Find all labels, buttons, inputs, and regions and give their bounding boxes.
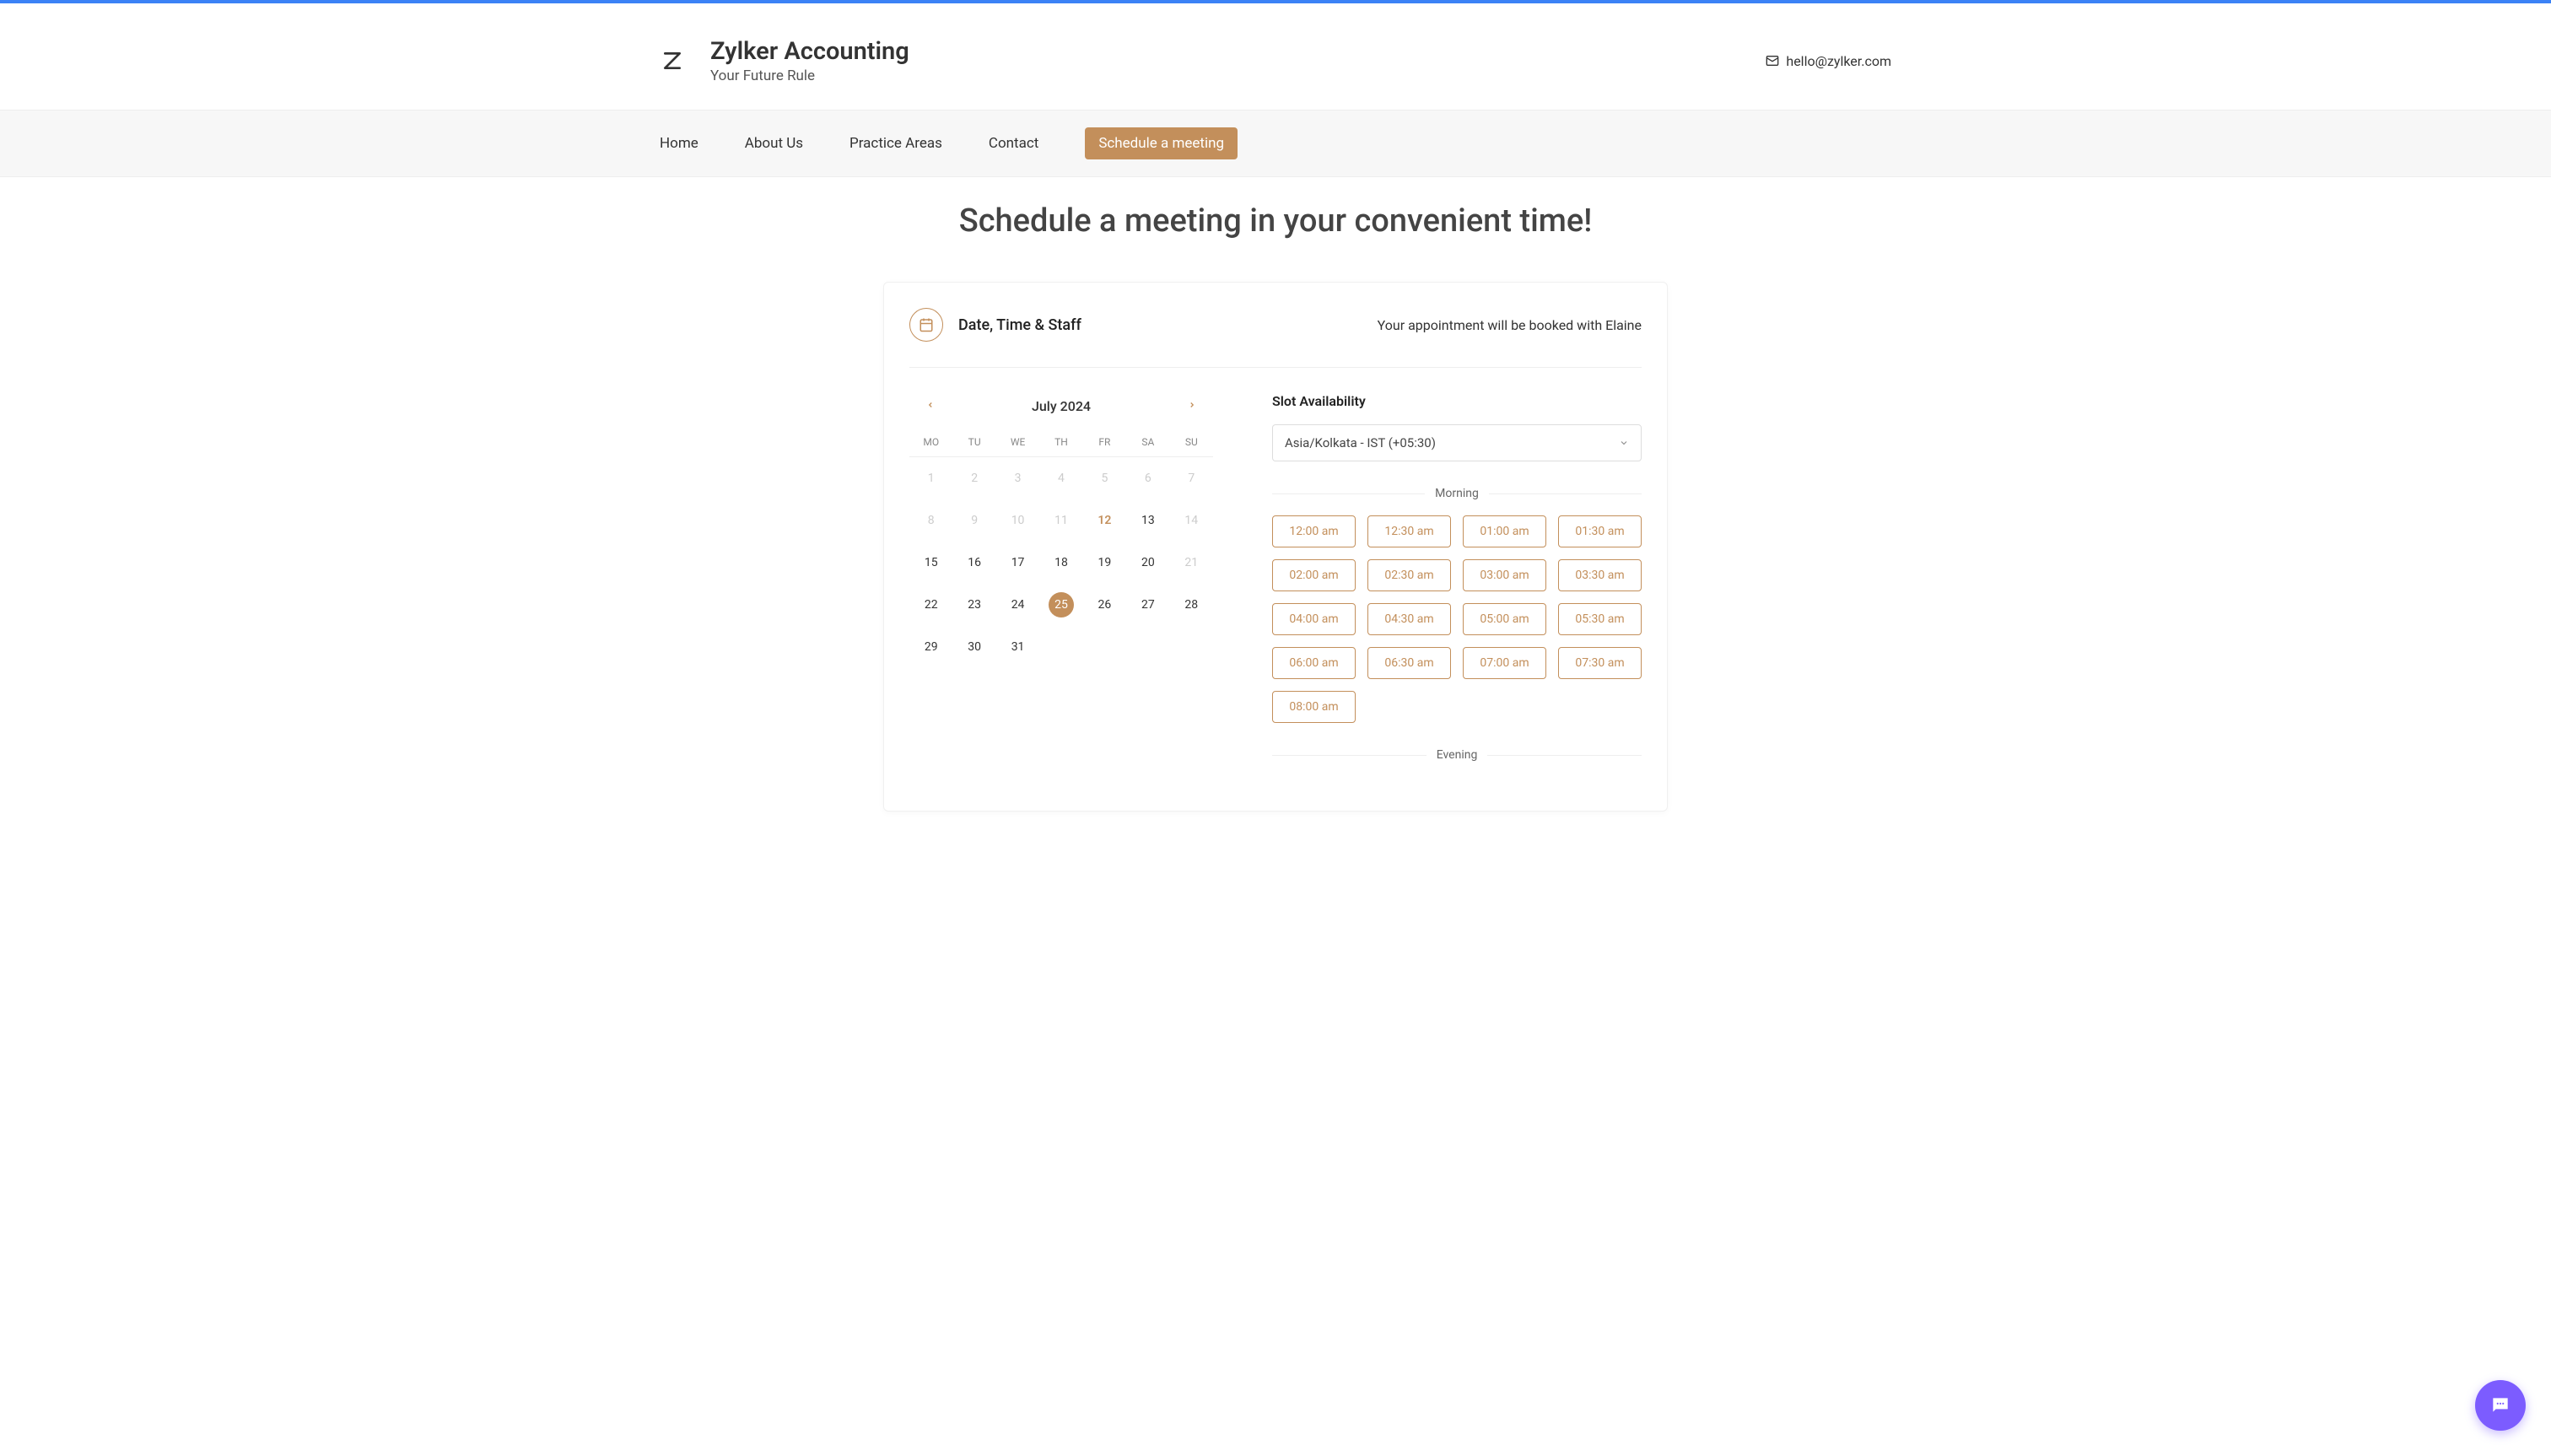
slot-title: Slot Availability	[1272, 393, 1642, 409]
calendar-day-1: 1	[909, 457, 952, 499]
calendar-day-13[interactable]: 13	[1126, 499, 1169, 542]
calendar-grid: 1234567891011121314151617181920212223242…	[909, 457, 1213, 668]
slot-0430am[interactable]: 04:30 am	[1367, 603, 1451, 635]
calendar-day-10: 10	[996, 499, 1039, 542]
nav-item-home[interactable]: Home	[660, 135, 698, 152]
calendar-day-28[interactable]: 28	[1170, 584, 1213, 626]
weekday-label: TU	[952, 436, 995, 448]
calendar-day-20[interactable]: 20	[1126, 542, 1169, 584]
chat-fab[interactable]	[2475, 1380, 2526, 1431]
slot-0800am[interactable]: 08:00 am	[1272, 691, 1356, 723]
calendar: July 2024 MOTUWETHFRSASU 123456789101112…	[909, 393, 1213, 777]
next-month-button[interactable]	[1179, 393, 1205, 419]
timezone-value: Asia/Kolkata - IST (+05:30)	[1285, 435, 1436, 450]
slot-0500am[interactable]: 05:00 am	[1463, 603, 1546, 635]
slot-0330am[interactable]: 03:30 am	[1558, 559, 1642, 591]
slot-0730am[interactable]: 07:30 am	[1558, 647, 1642, 679]
slot-panel: Slot Availability Asia/Kolkata - IST (+0…	[1272, 393, 1642, 777]
calendar-day-18[interactable]: 18	[1039, 542, 1082, 584]
calendar-day-24[interactable]: 24	[996, 584, 1039, 626]
nav-item-about-us[interactable]: About Us	[745, 135, 803, 152]
slot-0400am[interactable]: 04:00 am	[1272, 603, 1356, 635]
weekday-label: WE	[996, 436, 1039, 448]
brand: Zylker Accounting Your Future Rule	[660, 37, 909, 84]
weekday-label: SU	[1170, 436, 1213, 448]
slot-0600am[interactable]: 06:00 am	[1272, 647, 1356, 679]
nav-item-practice-areas[interactable]: Practice Areas	[849, 135, 942, 152]
slot-1230am[interactable]: 12:30 am	[1367, 515, 1451, 547]
calendar-day-23[interactable]: 23	[952, 584, 995, 626]
mail-icon	[1766, 54, 1779, 67]
chat-icon	[2489, 1394, 2511, 1416]
calendar-day-12[interactable]: 12	[1083, 499, 1126, 542]
nav-item-contact[interactable]: Contact	[989, 135, 1038, 152]
calendar-weekdays: MOTUWETHFRSASU	[909, 436, 1213, 457]
slot-0300am[interactable]: 03:00 am	[1463, 559, 1546, 591]
slot-section-evening: Evening	[1272, 748, 1642, 762]
calendar-day-30[interactable]: 30	[952, 626, 995, 668]
calendar-day-17[interactable]: 17	[996, 542, 1039, 584]
month-label: July 2024	[1032, 398, 1091, 414]
slot-grid-morning: 12:00 am 12:30 am 01:00 am 01:30 am 02:00 am…	[1272, 515, 1642, 723]
slot-0700am[interactable]: 07:00 am	[1463, 647, 1546, 679]
calendar-day-14: 14	[1170, 499, 1213, 542]
slot-0130am[interactable]: 01:30 am	[1558, 515, 1642, 547]
contact-email-text: hello@zylker.com	[1786, 53, 1891, 69]
card-header: Date, Time & Staff Your appointment will…	[909, 308, 1642, 368]
calendar-day-8: 8	[909, 499, 952, 542]
calendar-day-21: 21	[1170, 542, 1213, 584]
calendar-day-11: 11	[1039, 499, 1082, 542]
calendar-day-6: 6	[1126, 457, 1169, 499]
calendar-day-31[interactable]: 31	[996, 626, 1039, 668]
timezone-select[interactable]: Asia/Kolkata - IST (+05:30)	[1272, 424, 1642, 461]
slot-section-morning: Morning	[1272, 487, 1642, 500]
calendar-day-22[interactable]: 22	[909, 584, 952, 626]
contact-email[interactable]: hello@zylker.com	[1766, 53, 1891, 69]
weekday-label: MO	[909, 436, 952, 448]
slot-0530am[interactable]: 05:30 am	[1558, 603, 1642, 635]
weekday-label: SA	[1126, 436, 1169, 448]
calendar-day-29[interactable]: 29	[909, 626, 952, 668]
calendar-day-25[interactable]: 25	[1039, 584, 1082, 626]
calendar-icon	[909, 308, 943, 342]
calendar-day-16[interactable]: 16	[952, 542, 995, 584]
brand-tagline: Your Future Rule	[710, 67, 909, 84]
page-title: Schedule a meeting in your convenient ti…	[0, 202, 2551, 240]
calendar-day-27[interactable]: 27	[1126, 584, 1169, 626]
calendar-day-3: 3	[996, 457, 1039, 499]
calendar-day-19[interactable]: 19	[1083, 542, 1126, 584]
slot-0630am[interactable]: 06:30 am	[1367, 647, 1451, 679]
calendar-day-15[interactable]: 15	[909, 542, 952, 584]
nav-item-schedule-a-meeting[interactable]: Schedule a meeting	[1085, 127, 1238, 159]
main-nav: Home About Us Practice Areas Contact Schedul…	[0, 110, 2551, 177]
calendar-day-7: 7	[1170, 457, 1213, 499]
slot-0230am[interactable]: 02:30 am	[1367, 559, 1451, 591]
prev-month-button[interactable]	[918, 393, 943, 419]
weekday-label: TH	[1039, 436, 1082, 448]
calendar-day-5: 5	[1083, 457, 1126, 499]
calendar-day-9: 9	[952, 499, 995, 542]
card-header-title: Date, Time & Staff	[958, 316, 1081, 334]
calendar-day-4: 4	[1039, 457, 1082, 499]
slot-0200am[interactable]: 02:00 am	[1272, 559, 1356, 591]
weekday-label: FR	[1083, 436, 1126, 448]
logo-icon	[660, 48, 685, 73]
site-header: Zylker Accounting Your Future Rule hello…	[660, 3, 1891, 110]
slot-0100am[interactable]: 01:00 am	[1463, 515, 1546, 547]
slot-1200am[interactable]: 12:00 am	[1272, 515, 1356, 547]
staff-note: Your appointment will be booked with Ela…	[1378, 317, 1642, 333]
brand-name: Zylker Accounting	[710, 37, 909, 66]
chevron-down-icon	[1619, 438, 1629, 448]
calendar-day-26[interactable]: 26	[1083, 584, 1126, 626]
booking-card: Date, Time & Staff Your appointment will…	[883, 282, 1668, 812]
calendar-day-2: 2	[952, 457, 995, 499]
